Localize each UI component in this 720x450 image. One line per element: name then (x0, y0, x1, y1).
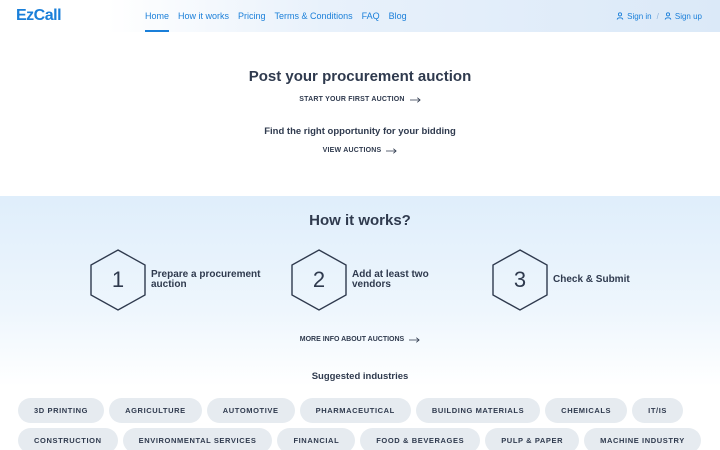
sign-in-label: Sign in (627, 11, 652, 21)
arrow-right-icon (409, 336, 420, 343)
sign-in-link[interactable]: Sign in (616, 11, 652, 21)
nav-home[interactable]: Home (145, 0, 170, 32)
industry-chip[interactable]: PHARMACEUTICAL (299, 398, 411, 423)
how-it-works-section: How it works? 1 Prepare a procurement au… (0, 196, 720, 450)
step-label: Check & Submit (553, 273, 630, 285)
step-number: 3 (513, 267, 527, 292)
hero-section: Post your procurement auction START YOUR… (0, 32, 720, 196)
step-1: 1 Prepare a procurement auction (89, 248, 261, 312)
view-auctions-label: VIEW AUCTIONS (322, 147, 382, 154)
industry-chip[interactable]: CONSTRUCTION (18, 428, 118, 450)
step-2: 2 Add at least two vendors (290, 248, 462, 312)
start-auction-link[interactable]: START YOUR FIRST AUCTION (0, 96, 720, 103)
hero-title: Post your procurement auction (248, 68, 472, 85)
more-info-link[interactable]: MORE INFO ABOUT AUCTIONS (0, 336, 720, 343)
industry-chip[interactable]: FINANCIAL (277, 428, 356, 450)
step-3: 3 Check & Submit (491, 248, 663, 312)
industry-chip[interactable]: 3D PRINTING (18, 398, 105, 423)
industry-chip[interactable]: PULP & PAPER (485, 428, 580, 450)
view-auctions-link[interactable]: VIEW AUCTIONS (0, 147, 720, 154)
hero-subtitle: Find the right opportunity for your bidd… (264, 126, 456, 137)
industry-chip[interactable]: IT/IS (632, 398, 683, 423)
nav-how-it-works[interactable]: How it works (178, 0, 229, 32)
how-title: How it works? (309, 212, 411, 229)
auth-links: Sign in / Sign up (616, 0, 702, 32)
arrow-right-icon (386, 147, 398, 154)
step-number: 2 (312, 267, 326, 292)
industry-chip[interactable]: FOOD & BEVERAGES (360, 428, 481, 450)
industry-chip[interactable]: CHEMICALS (545, 398, 628, 423)
top-header: EzCall Home How it works Pricing Terms &… (0, 0, 720, 32)
nav-faq[interactable]: FAQ (362, 0, 380, 32)
sign-up-link[interactable]: Sign up (664, 12, 702, 21)
industry-chip[interactable]: MACHINE INDUSTRY (584, 428, 701, 450)
step-label: Prepare a procurement auction (151, 268, 261, 290)
industry-chip[interactable]: ENVIRONMENTAL SERVICES (122, 428, 273, 450)
more-info-label: MORE INFO ABOUT AUCTIONS (299, 336, 405, 343)
logo[interactable]: EzCall (16, 7, 62, 25)
nav-blog[interactable]: Blog (389, 0, 407, 32)
arrow-right-icon (409, 96, 421, 103)
sign-up-label: Sign up (674, 11, 702, 21)
user-icon (616, 12, 624, 20)
industry-chip[interactable]: AGRICULTURE (109, 398, 202, 423)
user-icon (664, 12, 672, 20)
industry-chip[interactable]: BUILDING MATERIALS (415, 398, 541, 423)
step-label: Add at least two vendors (352, 268, 429, 290)
start-auction-label: START YOUR FIRST AUCTION (299, 96, 405, 103)
auth-separator: / (656, 11, 659, 21)
step-number: 1 (111, 267, 125, 292)
nav-pricing[interactable]: Pricing (238, 0, 266, 32)
main-nav: Home How it works Pricing Terms & Condit… (145, 0, 407, 32)
industry-chips: 3D PRINTING AGRICULTURE AUTOMOTIVE PHARM… (18, 398, 708, 450)
industry-chip[interactable]: AUTOMOTIVE (206, 398, 295, 423)
suggested-industries-title: Suggested industries (311, 371, 409, 382)
nav-terms[interactable]: Terms & Conditions (275, 0, 353, 32)
